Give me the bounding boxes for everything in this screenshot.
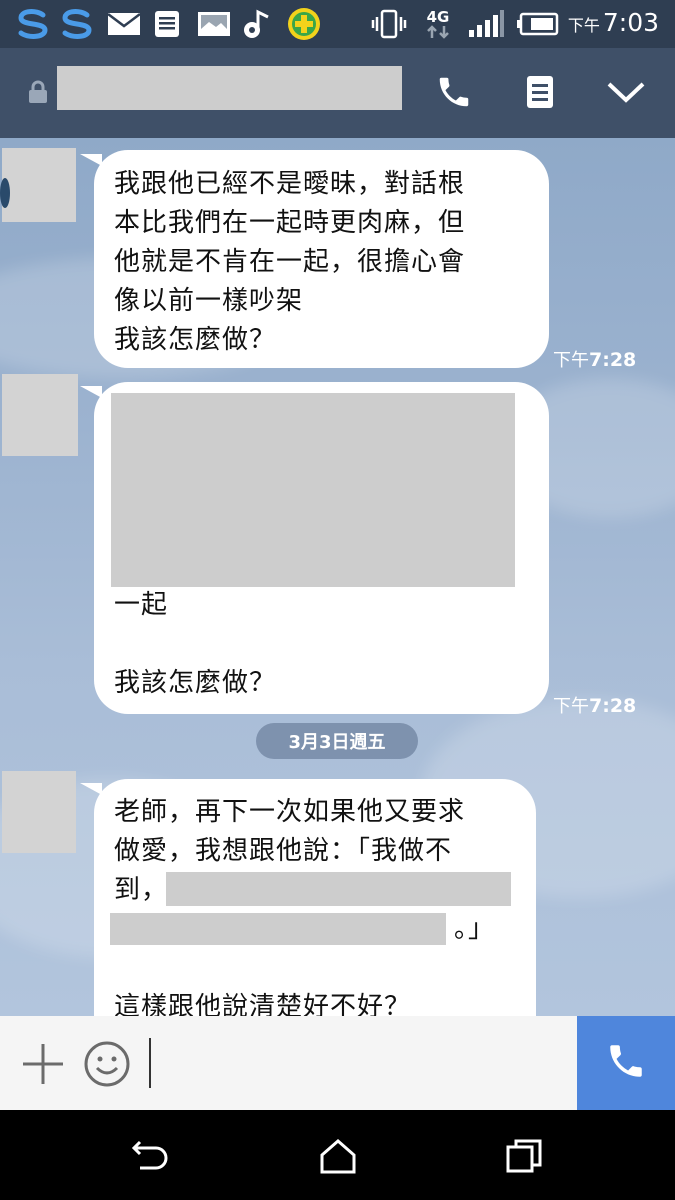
battery-icon	[516, 9, 560, 39]
image-icon	[196, 9, 232, 39]
call-button[interactable]	[577, 1016, 675, 1110]
message-line: 老師，再下一次如果他又要求	[114, 797, 466, 827]
document-icon	[152, 9, 182, 39]
message-line	[114, 949, 536, 988]
back-icon[interactable]	[128, 1134, 172, 1178]
message-bubble[interactable]: 一起 我該怎麼做？	[80, 382, 549, 714]
message-line: 我該怎麼做？	[114, 325, 277, 355]
chat-title-redacted	[57, 66, 402, 110]
music-icon	[240, 9, 274, 39]
message-line: 做愛，我想跟他說：「我做不	[114, 836, 453, 866]
date-separator: 3月3日週五	[256, 723, 418, 759]
s-app-icon	[58, 9, 96, 39]
plus-icon[interactable]	[19, 1040, 67, 1088]
message-timestamp: 下午7:28	[553, 349, 637, 371]
chat-area[interactable]: 我跟他已經不是曖昧，對話根 本比我們在一起時更肉麻，但 他就是不肯在一起，很擔心…	[0, 138, 675, 1016]
plus-app-icon	[286, 8, 322, 40]
menu-icon[interactable]	[518, 70, 562, 114]
redacted-content	[110, 913, 446, 945]
message-line: 一起	[114, 590, 169, 620]
text-input[interactable]	[149, 1038, 151, 1088]
redacted-content	[166, 872, 511, 906]
message-line: 我跟他已經不是曖昧，對話根	[114, 169, 466, 199]
avatar[interactable]	[2, 771, 76, 853]
message-line: 這樣跟他說清楚好不好？	[114, 992, 412, 1016]
emoji-icon[interactable]	[83, 1040, 131, 1088]
phone-icon	[605, 1040, 647, 1086]
message-line: 本比我們在一起時更肉麻，但	[114, 208, 466, 238]
mail-icon	[106, 9, 142, 39]
vibrate-icon	[370, 9, 408, 39]
chevron-down-icon[interactable]	[604, 70, 648, 114]
chat-header	[0, 48, 675, 138]
avatar[interactable]	[2, 374, 78, 456]
message-line	[114, 625, 276, 664]
network-4g-icon: 4G	[422, 9, 454, 39]
s-app-icon	[14, 9, 52, 39]
message-line: 像以前一樣吵架	[114, 286, 304, 316]
message-line: 他就是不肯在一起，很擔心會	[114, 247, 466, 277]
avatar[interactable]	[0, 148, 76, 222]
navigation-bar	[0, 1110, 675, 1200]
clock: 下午 7:03	[567, 8, 659, 37]
signal-icon	[466, 9, 506, 39]
home-icon[interactable]	[316, 1134, 360, 1178]
status-bar: 4G 下午 7:03	[0, 0, 675, 48]
recents-icon[interactable]	[502, 1134, 546, 1178]
lock-icon	[28, 80, 48, 108]
phone-icon[interactable]	[432, 70, 476, 114]
message-input-bar	[0, 1016, 675, 1110]
message-bubble[interactable]: 我跟他已經不是曖昧，對話根 本比我們在一起時更肉麻，但 他就是不肯在一起，很擔心…	[80, 150, 549, 368]
message-bubble[interactable]: 老師，再下一次如果他又要求 做愛，我想跟他說：「我做不 到， 。」 這樣跟他說清…	[80, 779, 536, 1016]
redacted-content	[111, 393, 515, 587]
message-line: 我該怎麼做？	[114, 668, 277, 698]
message-timestamp: 下午7:28	[553, 695, 637, 717]
